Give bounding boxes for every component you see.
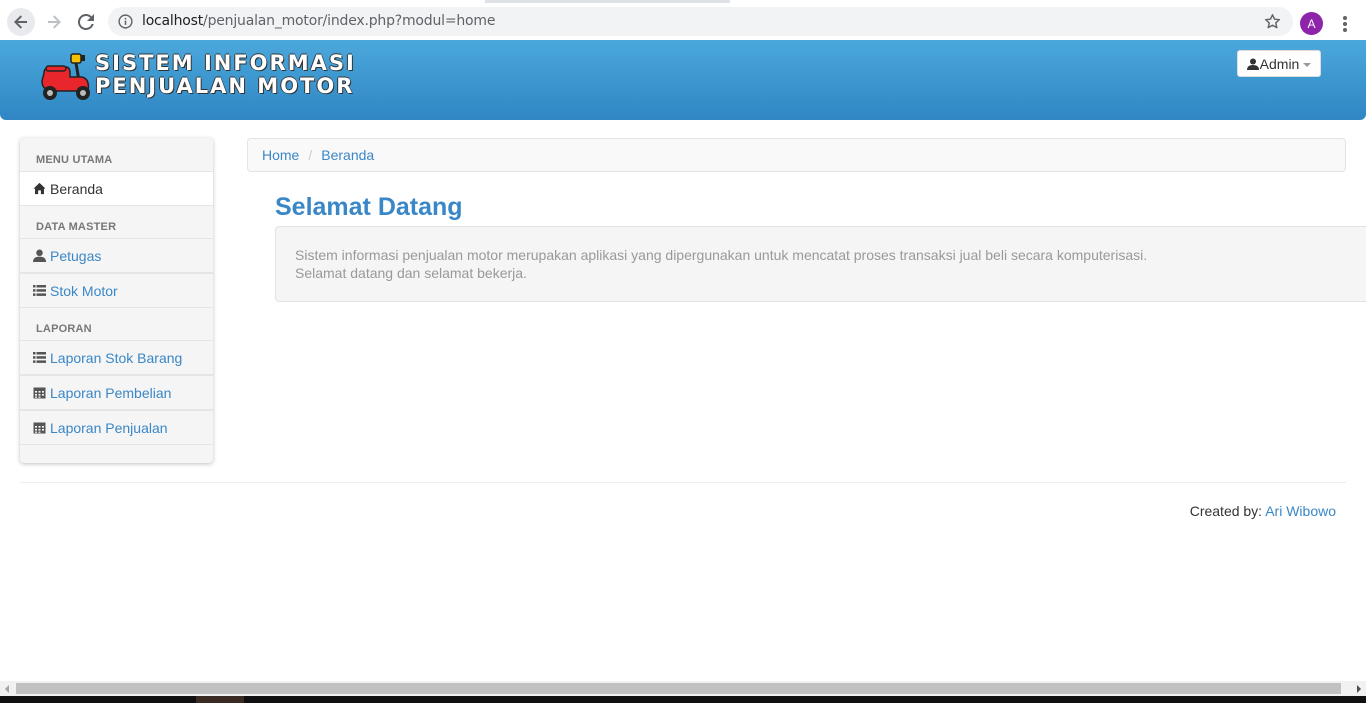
sidebar-item-label: Laporan Pembelian xyxy=(50,384,172,401)
app-header: SISTEM INFORMASI PENJUALAN MOTOR Admin xyxy=(0,40,1366,120)
sidebar-item-laporan-pembelian[interactable]: Laporan Pembelian xyxy=(20,375,213,410)
welcome-text-line-1: Sistem informasi penjualan motor merupak… xyxy=(295,247,1148,263)
footer-author-link[interactable]: Ari Wibowo xyxy=(1265,503,1336,519)
nav-header-menu-utama: MENU UTAMA xyxy=(36,154,113,166)
sidebar-item-beranda[interactable]: Beranda xyxy=(20,171,213,206)
info-icon[interactable] xyxy=(118,14,133,29)
sidebar-item-petugas[interactable]: Petugas xyxy=(20,238,213,273)
welcome-panel: Sistem informasi penjualan motor merupak… xyxy=(275,226,1366,302)
avatar-letter: A xyxy=(1307,16,1316,31)
browser-toolbar: localhost/penjualan_motor/index.php?modu… xyxy=(0,3,1366,40)
profile-avatar[interactable]: A xyxy=(1300,12,1323,35)
horizontal-scrollbar[interactable] xyxy=(0,681,1366,696)
url-host: localhost xyxy=(142,13,204,29)
calendar-icon xyxy=(33,387,46,399)
url-path: /penjualan_motor/index.php?modul=home xyxy=(203,13,496,29)
app-brand-title: SISTEM INFORMASI PENJUALAN MOTOR xyxy=(95,52,356,98)
footer-divider xyxy=(20,482,1346,483)
breadcrumb: Home / Beranda xyxy=(247,138,1346,172)
back-button[interactable] xyxy=(7,8,35,36)
breadcrumb-home-link[interactable]: Home xyxy=(262,147,299,163)
nav-header-data-master: DATA MASTER xyxy=(36,221,117,233)
reload-icon xyxy=(78,14,94,30)
user-icon xyxy=(33,249,46,262)
home-icon xyxy=(33,182,46,195)
sidebar-item-label: Stok Motor xyxy=(50,282,118,299)
breadcrumb-beranda-link[interactable]: Beranda xyxy=(321,147,374,163)
scroll-right-icon[interactable] xyxy=(1357,685,1361,693)
caret-down-icon xyxy=(1303,62,1312,67)
user-menu-label: Admin xyxy=(1259,55,1300,72)
footer-prefix: Created by: xyxy=(1189,503,1263,519)
address-bar[interactable]: localhost/penjualan_motor/index.php?modu… xyxy=(108,7,1293,36)
reload-button[interactable] xyxy=(72,8,100,36)
more-menu-icon[interactable] xyxy=(1335,13,1355,35)
arrow-right-icon xyxy=(48,15,61,29)
sidebar-item-label: Petugas xyxy=(50,247,102,264)
sidebar-item-stok-motor[interactable]: Stok Motor xyxy=(20,273,213,308)
list-icon xyxy=(33,352,46,363)
star-icon[interactable] xyxy=(1264,13,1281,30)
url-text: localhost/penjualan_motor/index.php?modu… xyxy=(142,13,495,29)
arrow-left-icon xyxy=(14,15,27,29)
footer-credit: Created by: Ari Wibowo xyxy=(1190,503,1336,519)
breadcrumb-separator: / xyxy=(308,147,313,163)
sidebar-item-laporan-penjualan[interactable]: Laporan Penjualan xyxy=(20,410,213,445)
scrollbar-thumb[interactable] xyxy=(16,683,1341,694)
welcome-text-line-2: Selamat datang dan selamat bekerja. xyxy=(295,265,527,281)
sidebar-menu: MENU UTAMA Beranda DATA MASTER Petugas S… xyxy=(20,138,213,463)
user-icon xyxy=(1246,58,1259,70)
sidebar-item-label: Laporan Penjualan xyxy=(50,419,168,436)
page-title: Selamat Datang xyxy=(275,193,463,221)
scooter-logo-icon xyxy=(41,53,90,100)
calendar-icon xyxy=(33,422,46,434)
sidebar-item-label: Laporan Stok Barang xyxy=(50,349,183,366)
sidebar-item-label: Beranda xyxy=(50,180,103,197)
brand-line-2: PENJUALAN MOTOR xyxy=(95,74,355,98)
user-menu-button[interactable]: Admin xyxy=(1237,50,1321,77)
sidebar-item-laporan-stok-barang[interactable]: Laporan Stok Barang xyxy=(20,340,213,375)
brand-line-1: SISTEM INFORMASI xyxy=(95,51,356,75)
os-taskbar-edge xyxy=(0,696,1366,703)
taskbar-segment xyxy=(196,696,244,703)
scroll-left-icon[interactable] xyxy=(5,685,9,693)
nav-header-laporan: LAPORAN xyxy=(36,323,92,335)
list-icon xyxy=(33,285,46,296)
forward-button[interactable] xyxy=(40,8,68,36)
